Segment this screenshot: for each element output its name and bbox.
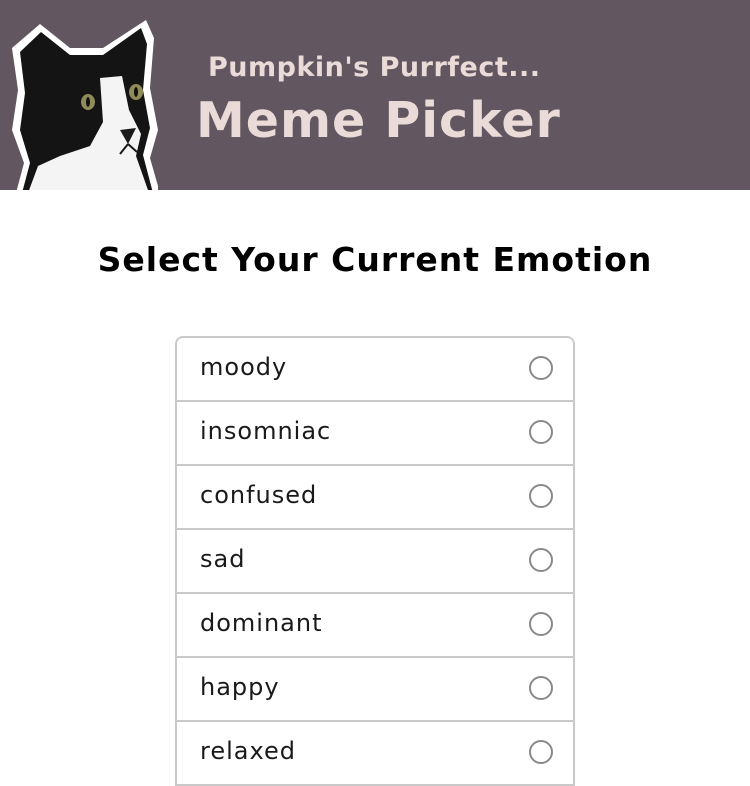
emotion-option-dominant[interactable]: dominant — [177, 594, 573, 658]
option-label: moody — [200, 353, 288, 381]
emotion-option-relaxed[interactable]: relaxed — [177, 722, 573, 786]
emotion-option-happy[interactable]: happy — [177, 658, 573, 722]
option-label: relaxed — [200, 737, 296, 765]
radio-button[interactable] — [529, 612, 553, 636]
header-subtitle: Pumpkin's Purrfect... — [208, 52, 541, 83]
emotion-option-moody[interactable]: moody — [177, 338, 573, 402]
cat-photo-icon — [12, 20, 158, 190]
emotion-heading: Select Your Current Emotion — [97, 240, 653, 279]
emotion-options-list: moody insomniac confused sad dominant ha… — [175, 336, 575, 786]
emotion-option-confused[interactable]: confused — [177, 466, 573, 530]
header: Pumpkin's Purrfect... Meme Picker — [0, 0, 750, 190]
radio-button[interactable] — [529, 740, 553, 764]
radio-button[interactable] — [529, 420, 553, 444]
option-label: happy — [200, 673, 280, 701]
radio-button[interactable] — [529, 676, 553, 700]
radio-button[interactable] — [529, 356, 553, 380]
emotion-option-insomniac[interactable]: insomniac — [177, 402, 573, 466]
option-label: dominant — [200, 609, 323, 637]
option-label: confused — [200, 481, 318, 509]
radio-button[interactable] — [529, 484, 553, 508]
emotion-option-sad[interactable]: sad — [177, 530, 573, 594]
radio-button[interactable] — [529, 548, 553, 572]
option-label: sad — [200, 545, 246, 573]
header-title: Meme Picker — [196, 92, 561, 149]
option-label: insomniac — [200, 417, 332, 445]
